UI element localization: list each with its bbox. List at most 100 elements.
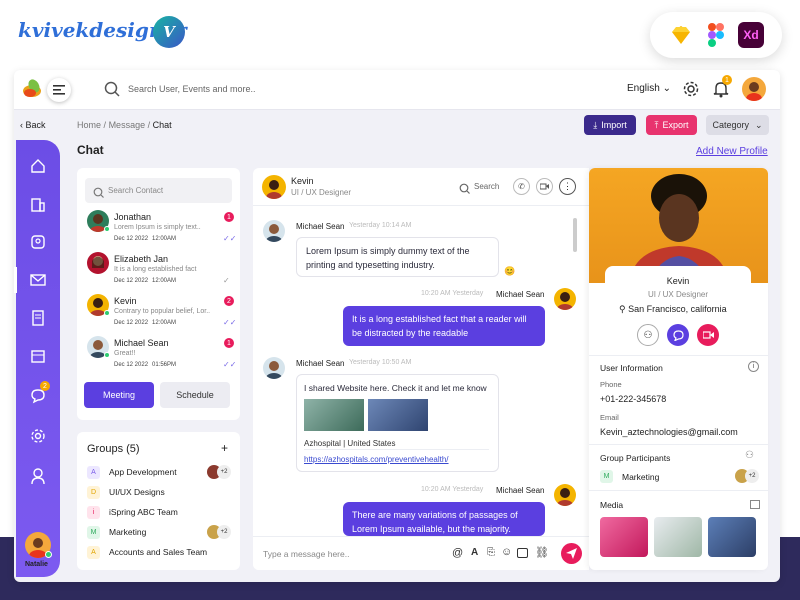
- group-item[interactable]: A Accounts and Sales Team: [77, 544, 240, 562]
- category-select[interactable]: Category ⌄: [706, 115, 769, 135]
- menu-toggle-button[interactable]: [47, 78, 71, 102]
- more-members-count: +2: [217, 465, 231, 479]
- contact-search-box[interactable]: Search Contact: [85, 178, 232, 203]
- media-thumbnail[interactable]: [600, 517, 648, 557]
- group-letter-icon: i: [87, 506, 100, 519]
- chat-scrollbar[interactable]: [573, 218, 577, 252]
- contact-item[interactable]: Kevin Contrary to popular belief, Lor.. …: [77, 292, 240, 332]
- email-value: Kevin_aztechnologies@gmail.com: [600, 427, 738, 437]
- receipt-icon[interactable]: [27, 307, 49, 329]
- shared-link[interactable]: https://azhospitals.com/preventivehealth…: [304, 455, 449, 464]
- group-item[interactable]: i iSpring ABC Team: [77, 504, 240, 522]
- unread-badge: 2: [224, 296, 234, 306]
- contact-item[interactable]: Michael Sean Great!! Dec 12 2022 01:56PM…: [77, 334, 240, 374]
- chat-search-button[interactable]: Search: [474, 182, 499, 191]
- phone-label: Phone: [600, 380, 622, 389]
- message-composer: Type a message here.. @ A ⎘ ☺ ⛓: [253, 536, 589, 570]
- message-icon[interactable]: [667, 324, 689, 346]
- groups-title: Groups (5): [87, 443, 140, 455]
- reaction-emoji-icon: 😊: [504, 266, 516, 276]
- meeting-button[interactable]: Meeting: [84, 382, 154, 408]
- calendar-icon[interactable]: [27, 345, 49, 367]
- global-search-input[interactable]: Search User, Events and more..: [128, 84, 256, 94]
- sender-name: Michael Sean: [296, 222, 345, 231]
- schedule-button[interactable]: Schedule: [160, 382, 230, 408]
- export-icon: ⤒: [654, 119, 659, 130]
- contact-item[interactable]: Elizabeth Jan It is a long established f…: [77, 250, 240, 290]
- media-label: Media: [600, 500, 624, 510]
- divider: [589, 355, 768, 356]
- add-contact-icon[interactable]: ⚇: [637, 324, 659, 346]
- app-window: Search User, Events and more.. English ⌄…: [14, 70, 780, 582]
- email-label: Email: [600, 413, 619, 422]
- breadcrumb-home[interactable]: Home: [77, 120, 101, 130]
- emoji-icon[interactable]: ☺: [501, 546, 512, 558]
- support-agent-icon[interactable]: [27, 465, 49, 487]
- breadcrumb-message[interactable]: Message: [109, 120, 146, 130]
- divider: [304, 449, 489, 450]
- add-new-profile-link[interactable]: Add New Profile: [696, 146, 768, 157]
- contact-time: 12:00AM: [152, 278, 177, 284]
- settings-gear-icon[interactable]: [682, 80, 700, 98]
- building-icon[interactable]: [27, 193, 49, 215]
- send-button[interactable]: [561, 543, 582, 564]
- xd-icon: Xd: [738, 22, 764, 48]
- mail-icon[interactable]: [27, 269, 49, 291]
- media-thumbnail[interactable]: [654, 517, 702, 557]
- user-avatar[interactable]: [742, 77, 766, 101]
- image-icon[interactable]: [517, 548, 528, 558]
- group-letter-icon: D: [87, 486, 100, 499]
- chevron-down-icon: ⌄: [754, 119, 763, 130]
- language-label: English: [627, 83, 660, 94]
- info-icon[interactable]: i: [748, 361, 759, 372]
- attachment-icon[interactable]: ⎘: [487, 547, 495, 558]
- text-format-icon[interactable]: A: [471, 547, 478, 558]
- language-select[interactable]: English ⌄: [627, 83, 671, 94]
- link-icon[interactable]: ⛓: [535, 546, 549, 559]
- more-members-count: +2: [745, 469, 759, 483]
- back-link[interactable]: ‹ Back: [20, 120, 46, 130]
- breadcrumb-separator: /: [103, 120, 107, 130]
- chat-contact-name: Kevin: [291, 176, 314, 186]
- home-icon[interactable]: [27, 155, 49, 177]
- hamburger-icon: [53, 85, 65, 95]
- media-thumbnail[interactable]: [708, 517, 756, 557]
- groups-panel: Groups (5) + A App Development +2 D UI/U…: [77, 432, 240, 570]
- group-item[interactable]: D UI/UX Designs: [77, 484, 240, 502]
- sidebar-user-name: Natalie: [25, 561, 48, 568]
- figma-icon: [703, 22, 729, 48]
- contact-card-icon[interactable]: [27, 231, 49, 253]
- add-group-button[interactable]: +: [221, 441, 228, 455]
- phone-call-icon[interactable]: ✆: [513, 178, 530, 195]
- settings-icon[interactable]: [27, 425, 49, 447]
- video-icon[interactable]: [697, 324, 719, 346]
- group-item[interactable]: M Marketing +2: [77, 524, 240, 542]
- import-icon: ⤓: [593, 119, 598, 130]
- online-status-dot: [104, 226, 110, 232]
- read-check-icon: ✓✓: [223, 234, 237, 243]
- message-bubble: It is a long established fact that a rea…: [343, 306, 545, 346]
- group-item[interactable]: A App Development +2: [77, 464, 240, 482]
- participant-group-name: Marketing: [622, 472, 660, 482]
- divider: [589, 444, 768, 445]
- contact-search-input[interactable]: Search Contact: [108, 186, 163, 195]
- search-icon: [104, 81, 120, 97]
- unread-badge: 1: [224, 212, 234, 222]
- message-time: 10:20 AM Yesterday: [421, 486, 484, 493]
- breadcrumb-separator: /: [147, 120, 151, 130]
- gallery-icon[interactable]: [750, 500, 760, 509]
- mention-icon[interactable]: @: [452, 547, 463, 559]
- message-text: I shared Website here. Check it and let …: [304, 383, 487, 393]
- more-options-icon[interactable]: ⋮: [559, 178, 576, 195]
- export-button[interactable]: ⤒ Export: [646, 115, 697, 135]
- import-button[interactable]: ⤓ Import: [584, 115, 636, 135]
- contact-item[interactable]: Jonathan Lorem Ipsum is simply text.. De…: [77, 208, 240, 248]
- online-status-dot: [104, 352, 110, 358]
- group-name: iSpring ABC Team: [109, 507, 178, 517]
- message-input[interactable]: Type a message here..: [263, 549, 349, 559]
- group-name: Accounts and Sales Team: [109, 547, 208, 557]
- group-name: UI/UX Designs: [109, 487, 165, 497]
- contact-time: 12:00AM: [152, 236, 177, 242]
- contact-date: Dec 12 2022: [114, 320, 149, 326]
- video-call-icon[interactable]: [536, 178, 553, 195]
